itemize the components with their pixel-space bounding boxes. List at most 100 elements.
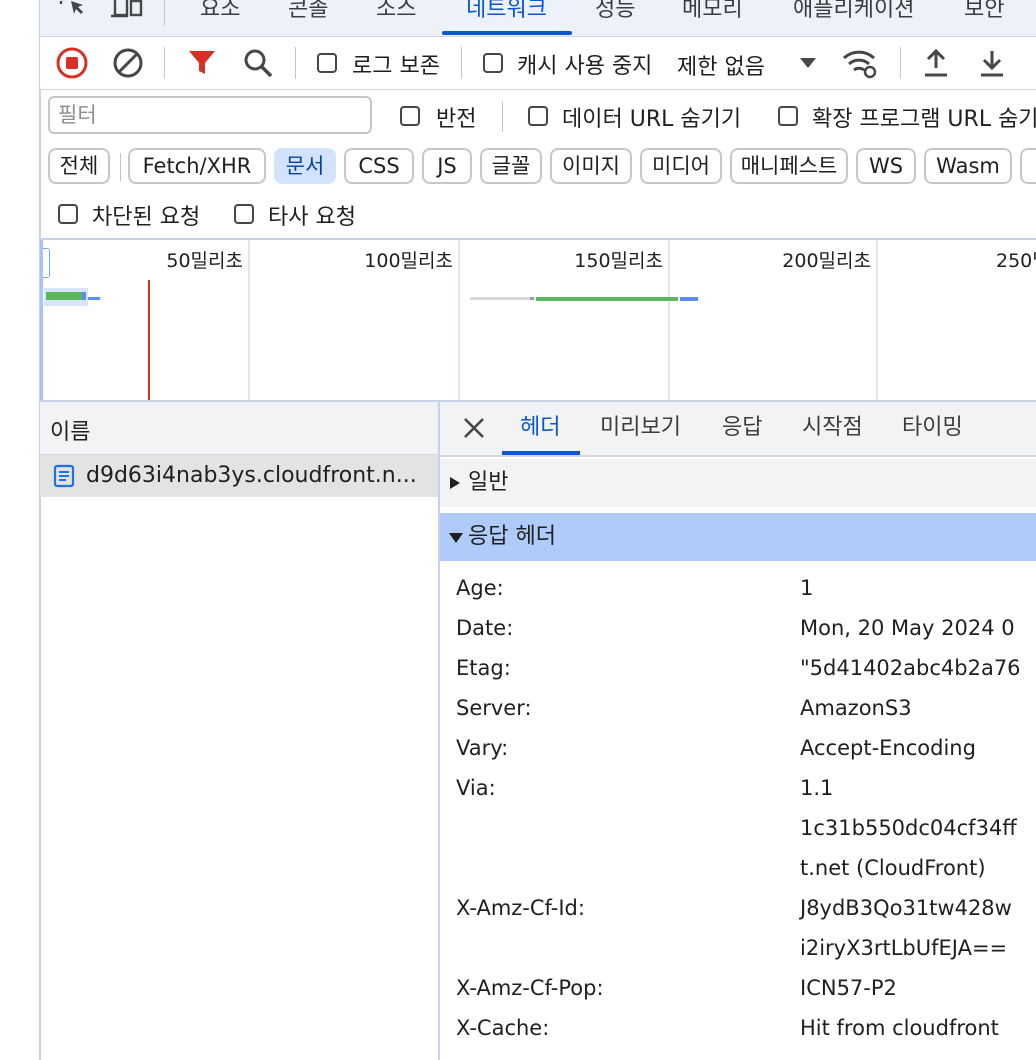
overview-bar-download: [82, 292, 86, 300]
header-name: X-Amz-Cf-Pop:: [456, 976, 604, 1000]
type-filter-manifest[interactable]: 매니페스트: [730, 148, 848, 184]
header-value: 1: [800, 576, 814, 600]
header-value: 1c31b550dc04cf34ff: [800, 816, 1017, 840]
tab-response[interactable]: 응답: [722, 402, 762, 454]
tab-headers[interactable]: 헤더: [520, 402, 560, 454]
search-icon[interactable]: [240, 45, 276, 81]
tab-elements[interactable]: 요소: [200, 0, 240, 28]
filter-row: 필터 반전 데이터 URL 숨기기 확장 프로그램 URL 숨기기: [40, 90, 1036, 142]
inspect-element-icon[interactable]: [54, 0, 94, 24]
header-value: Hit from cloudfront: [800, 1016, 999, 1040]
overview-tick-label: 50밀리초: [166, 250, 243, 272]
type-filter-ws[interactable]: WS: [856, 148, 916, 184]
type-filter-font[interactable]: 글꼴: [480, 148, 542, 184]
request-detail-tabs: 헤더 미리보기 응답 시작점 타이밍: [440, 402, 1036, 457]
disable-cache-label: 캐시 사용 중지: [517, 54, 653, 79]
general-section-header[interactable]: 일반: [440, 459, 1036, 507]
overview-tick-label: 150밀리초: [574, 250, 663, 272]
blocked-requests-label: 차단된 요청: [92, 205, 201, 230]
overview-bar-queueing: [470, 297, 530, 300]
name-column-header[interactable]: 이름: [40, 402, 438, 455]
hide-extension-urls-label: 확장 프로그램 URL 숨기기: [812, 107, 1036, 132]
toolbar-separator: [295, 47, 296, 79]
tab-preview[interactable]: 미리보기: [600, 402, 681, 454]
tab-security[interactable]: 보안: [964, 0, 1004, 28]
resource-type-filters: 전체 Fetch/XHR 문서 CSS JS 글꼴 이미지 미디어 매니페스트 …: [40, 143, 1036, 191]
header-name: Via:: [456, 776, 496, 800]
type-filter-media[interactable]: 미디어: [640, 148, 722, 184]
toolbar-separator: [900, 47, 901, 79]
type-filter-fetch-xhr[interactable]: Fetch/XHR: [128, 148, 266, 184]
header-value: J8ydB3Qo31tw428w: [800, 896, 1012, 920]
tab-network[interactable]: 네트워크: [466, 0, 547, 28]
network-conditions-icon[interactable]: [840, 45, 880, 81]
tab-console[interactable]: 콘솔: [288, 0, 328, 28]
type-filter-document[interactable]: 문서: [274, 148, 336, 184]
overview-bar-stalled: [530, 297, 534, 300]
load-event-line: [148, 280, 150, 400]
header-value: Mon, 20 May 2024 0: [800, 616, 1015, 640]
tab-application[interactable]: 애플리케이션: [793, 0, 914, 28]
download-icon[interactable]: [974, 45, 1010, 81]
type-filter-css[interactable]: CSS: [344, 148, 414, 184]
disable-cache-checkbox[interactable]: [483, 53, 503, 73]
chevron-down-icon[interactable]: [796, 51, 820, 75]
overview-left-edge: [40, 240, 43, 400]
type-filter-js[interactable]: JS: [422, 148, 472, 184]
filter-input[interactable]: 필터: [48, 96, 372, 134]
throttling-select[interactable]: 제한 없음: [677, 49, 765, 81]
header-value: 1.1: [800, 776, 834, 800]
toolbar-separator: [502, 102, 503, 132]
hide-extension-urls-checkbox[interactable]: [778, 106, 798, 126]
header-name: X-Amz-Cf-Id:: [456, 896, 585, 920]
header-name: Server:: [456, 696, 532, 720]
request-list: [40, 402, 440, 1060]
response-headers-section-header[interactable]: 응답 헤더: [440, 513, 1036, 561]
device-toolbar-icon[interactable]: [106, 0, 150, 24]
request-name: d9d63i4nab3ys.cloudfront.n...: [86, 463, 417, 488]
triangle-down-icon: [448, 531, 464, 545]
network-toolbar: 로그 보존 캐시 사용 중지 제한 없음: [40, 37, 1036, 90]
overview-tick-label: 100밀리초: [364, 250, 453, 272]
tab-sources[interactable]: 소스: [376, 0, 416, 28]
tab-initiator[interactable]: 시작점: [802, 402, 863, 454]
invert-checkbox[interactable]: [400, 106, 420, 126]
overview-bar-waiting: [46, 292, 82, 300]
header-value: i2iryX3rtLbUfEJA==: [800, 936, 1008, 960]
type-filter-image[interactable]: 이미지: [550, 148, 632, 184]
header-value: "5d41402abc4b2a76: [800, 656, 1021, 680]
close-icon[interactable]: [460, 414, 488, 442]
header-name: Age:: [456, 576, 504, 600]
header-name: X-Cache:: [456, 1016, 550, 1040]
overview-bar-download: [88, 297, 100, 300]
active-tab-indicator: [442, 31, 572, 35]
tab-timing[interactable]: 타이밍: [902, 402, 963, 454]
header-value: ICN57-P2: [800, 976, 897, 1000]
header-name: Etag:: [456, 656, 511, 680]
third-party-requests-checkbox[interactable]: [234, 204, 254, 224]
invert-label: 반전: [436, 107, 477, 132]
preserve-log-checkbox[interactable]: [317, 53, 337, 73]
request-row[interactable]: d9d63i4nab3ys.cloudfront.n...: [40, 455, 438, 497]
document-icon: [52, 464, 76, 488]
response-headers-section-title: 응답 헤더: [468, 524, 556, 549]
tab-performance[interactable]: 성능: [595, 0, 635, 28]
network-overview: 50밀리초 100밀리초 150밀리초 200밀리초 250밀리초: [40, 240, 1036, 402]
toolbar-separator: [164, 0, 165, 26]
overview-tick-label: 250밀리초: [996, 250, 1036, 272]
tab-memory[interactable]: 메모리: [682, 0, 743, 28]
filter-funnel-icon[interactable]: [184, 45, 220, 81]
type-filter-other[interactable]: [1020, 148, 1036, 184]
request-options-row: 차단된 요청 타사 요청: [40, 192, 1036, 240]
type-filter-wasm[interactable]: Wasm: [924, 148, 1012, 184]
overview-gridline: [876, 240, 878, 400]
overview-bar-waiting: [536, 297, 678, 301]
third-party-requests-label: 타사 요청: [268, 205, 356, 230]
hide-data-urls-checkbox[interactable]: [528, 106, 548, 126]
blocked-requests-checkbox[interactable]: [58, 204, 78, 224]
clear-icon[interactable]: [110, 45, 146, 81]
overview-gridline: [668, 240, 670, 400]
stop-recording-icon[interactable]: [54, 45, 90, 81]
type-filter-all[interactable]: 전체: [48, 148, 110, 184]
upload-icon[interactable]: [918, 45, 954, 81]
